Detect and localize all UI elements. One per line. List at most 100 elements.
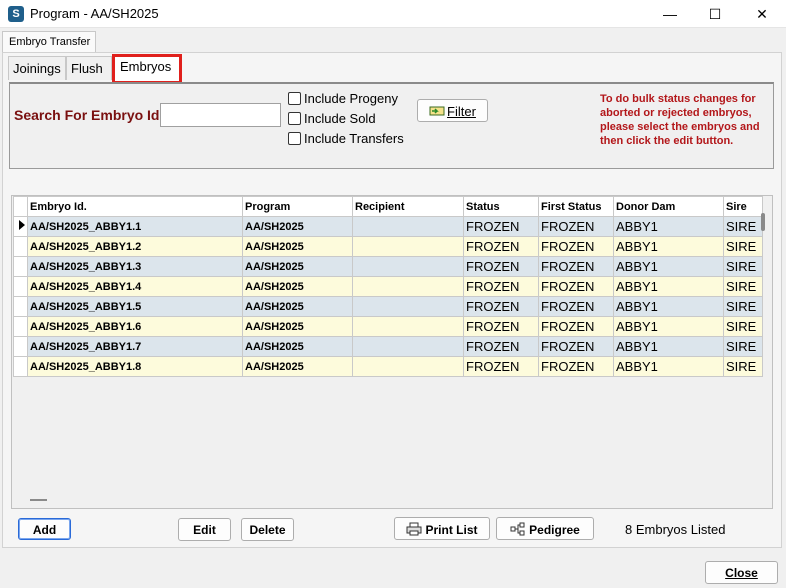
cell-program[interactable]: AA/SH2025 <box>242 356 353 377</box>
cell-status[interactable]: FROZEN <box>463 276 539 297</box>
embryo-id-search-input[interactable] <box>160 103 281 127</box>
cell-embryo-id[interactable]: AA/SH2025_ABBY1.2 <box>27 236 243 257</box>
cell-sire[interactable]: SIRE <box>723 256 763 277</box>
cell-status[interactable]: FROZEN <box>463 256 539 277</box>
cell-status[interactable]: FROZEN <box>463 356 539 377</box>
pedigree-icon <box>510 522 525 536</box>
cell-sire[interactable]: SIRE <box>723 316 763 337</box>
filter-button[interactable]: Filter <box>417 99 488 122</box>
column-header-sire[interactable]: Sire <box>723 196 763 217</box>
cell-recipient[interactable] <box>352 276 464 297</box>
table-row[interactable]: AA/SH2025_ABBY1.4 AA/SH2025 FROZEN FROZE… <box>13 276 763 297</box>
cell-sire[interactable]: SIRE <box>723 216 763 237</box>
cell-sire[interactable]: SIRE <box>723 356 763 377</box>
column-header-recipient[interactable]: Recipient <box>352 196 464 217</box>
cell-program[interactable]: AA/SH2025 <box>242 316 353 337</box>
cell-embryo-id[interactable]: AA/SH2025_ABBY1.3 <box>27 256 243 277</box>
cell-embryo-id[interactable]: AA/SH2025_ABBY1.7 <box>27 336 243 357</box>
cell-embryo-id[interactable]: AA/SH2025_ABBY1.5 <box>27 296 243 317</box>
cell-first-status[interactable]: FROZEN <box>538 216 614 237</box>
table-row[interactable]: AA/SH2025_ABBY1.5 AA/SH2025 FROZEN FROZE… <box>13 296 763 317</box>
cell-first-status[interactable]: FROZEN <box>538 256 614 277</box>
checkbox-box[interactable] <box>288 132 301 145</box>
cell-embryo-id[interactable]: AA/SH2025_ABBY1.8 <box>27 356 243 377</box>
maximize-button[interactable]: ☐ <box>695 0 735 28</box>
cell-donor-dam[interactable]: ABBY1 <box>613 296 724 317</box>
checkbox-box[interactable] <box>288 112 301 125</box>
cell-sire[interactable]: SIRE <box>723 276 763 297</box>
add-button[interactable]: Add <box>18 518 71 540</box>
cell-donor-dam[interactable]: ABBY1 <box>613 356 724 377</box>
pedigree-button[interactable]: Pedigree <box>496 517 594 540</box>
include-transfers-checkbox[interactable]: Include Transfers <box>288 131 404 149</box>
table-row[interactable]: AA/SH2025_ABBY1.2 AA/SH2025 FROZEN FROZE… <box>13 236 763 257</box>
table-row[interactable]: AA/SH2025_ABBY1.6 AA/SH2025 FROZEN FROZE… <box>13 316 763 337</box>
cell-first-status[interactable]: FROZEN <box>538 356 614 377</box>
column-header-program[interactable]: Program <box>242 196 353 217</box>
cell-donor-dam[interactable]: ABBY1 <box>613 316 724 337</box>
cell-program[interactable]: AA/SH2025 <box>242 296 353 317</box>
table-row[interactable]: AA/SH2025_ABBY1.3 AA/SH2025 FROZEN FROZE… <box>13 256 763 277</box>
app-logo-icon: S <box>8 6 24 22</box>
cell-status[interactable]: FROZEN <box>463 316 539 337</box>
cell-status[interactable]: FROZEN <box>463 336 539 357</box>
cell-embryo-id[interactable]: AA/SH2025_ABBY1.6 <box>27 316 243 337</box>
cell-recipient[interactable] <box>352 296 464 317</box>
cell-recipient[interactable] <box>352 336 464 357</box>
include-progeny-checkbox[interactable]: Include Progeny <box>288 91 398 109</box>
vertical-scrollbar-thumb[interactable] <box>761 213 765 231</box>
table-row[interactable]: AA/SH2025_ABBY1.7 AA/SH2025 FROZEN FROZE… <box>13 336 763 357</box>
cell-first-status[interactable]: FROZEN <box>538 336 614 357</box>
cell-donor-dam[interactable]: ABBY1 <box>613 236 724 257</box>
tab-embryo-transfer[interactable]: Embryo Transfer <box>2 31 96 53</box>
cell-recipient[interactable] <box>352 256 464 277</box>
table-row[interactable]: AA/SH2025_ABBY1.8 AA/SH2025 FROZEN FROZE… <box>13 356 763 377</box>
cell-recipient[interactable] <box>352 236 464 257</box>
delete-button[interactable]: Delete <box>241 518 294 541</box>
cell-recipient[interactable] <box>352 216 464 237</box>
cell-first-status[interactable]: FROZEN <box>538 316 614 337</box>
cell-embryo-id[interactable]: AA/SH2025_ABBY1.1 <box>27 216 243 237</box>
cell-donor-dam[interactable]: ABBY1 <box>613 216 724 237</box>
minimize-button[interactable]: — <box>650 0 690 28</box>
horizontal-scrollbar-thumb[interactable] <box>30 499 47 501</box>
cell-first-status[interactable]: FROZEN <box>538 296 614 317</box>
cell-donor-dam[interactable]: ABBY1 <box>613 256 724 277</box>
pedigree-label: Pedigree <box>529 523 580 537</box>
column-header-first-status[interactable]: First Status <box>538 196 614 217</box>
cell-donor-dam[interactable]: ABBY1 <box>613 276 724 297</box>
column-header-donor-dam[interactable]: Donor Dam <box>613 196 724 217</box>
cell-sire[interactable]: SIRE <box>723 296 763 317</box>
tab-flush[interactable]: Flush <box>66 56 112 80</box>
close-button[interactable]: Close <box>705 561 778 584</box>
cell-program[interactable]: AA/SH2025 <box>242 276 353 297</box>
cell-first-status[interactable]: FROZEN <box>538 236 614 257</box>
cell-status[interactable]: FROZEN <box>463 296 539 317</box>
table-row[interactable]: AA/SH2025_ABBY1.1 AA/SH2025 FROZEN FROZE… <box>13 216 763 237</box>
tab-joinings[interactable]: Joinings <box>8 56 66 80</box>
close-label: Close <box>725 566 758 580</box>
cell-program[interactable]: AA/SH2025 <box>242 256 353 277</box>
include-sold-checkbox[interactable]: Include Sold <box>288 111 376 129</box>
cell-recipient[interactable] <box>352 316 464 337</box>
tab-embryos[interactable]: Embryos <box>112 54 182 84</box>
checkbox-box[interactable] <box>288 92 301 105</box>
cell-embryo-id[interactable]: AA/SH2025_ABBY1.4 <box>27 276 243 297</box>
grid-header-row: Embryo Id. Program Recipient Status Firs… <box>13 196 763 217</box>
cell-donor-dam[interactable]: ABBY1 <box>613 336 724 357</box>
cell-program[interactable]: AA/SH2025 <box>242 236 353 257</box>
close-window-button[interactable]: ✕ <box>742 0 782 28</box>
cell-program[interactable]: AA/SH2025 <box>242 216 353 237</box>
column-header-embryo-id[interactable]: Embryo Id. <box>27 196 243 217</box>
cell-first-status[interactable]: FROZEN <box>538 276 614 297</box>
edit-button[interactable]: Edit <box>178 518 231 541</box>
row-pointer-icon <box>19 220 25 230</box>
cell-program[interactable]: AA/SH2025 <box>242 336 353 357</box>
print-list-button[interactable]: Print List <box>394 517 490 540</box>
cell-recipient[interactable] <box>352 356 464 377</box>
cell-sire[interactable]: SIRE <box>723 236 763 257</box>
cell-status[interactable]: FROZEN <box>463 236 539 257</box>
column-header-status[interactable]: Status <box>463 196 539 217</box>
cell-sire[interactable]: SIRE <box>723 336 763 357</box>
cell-status[interactable]: FROZEN <box>463 216 539 237</box>
